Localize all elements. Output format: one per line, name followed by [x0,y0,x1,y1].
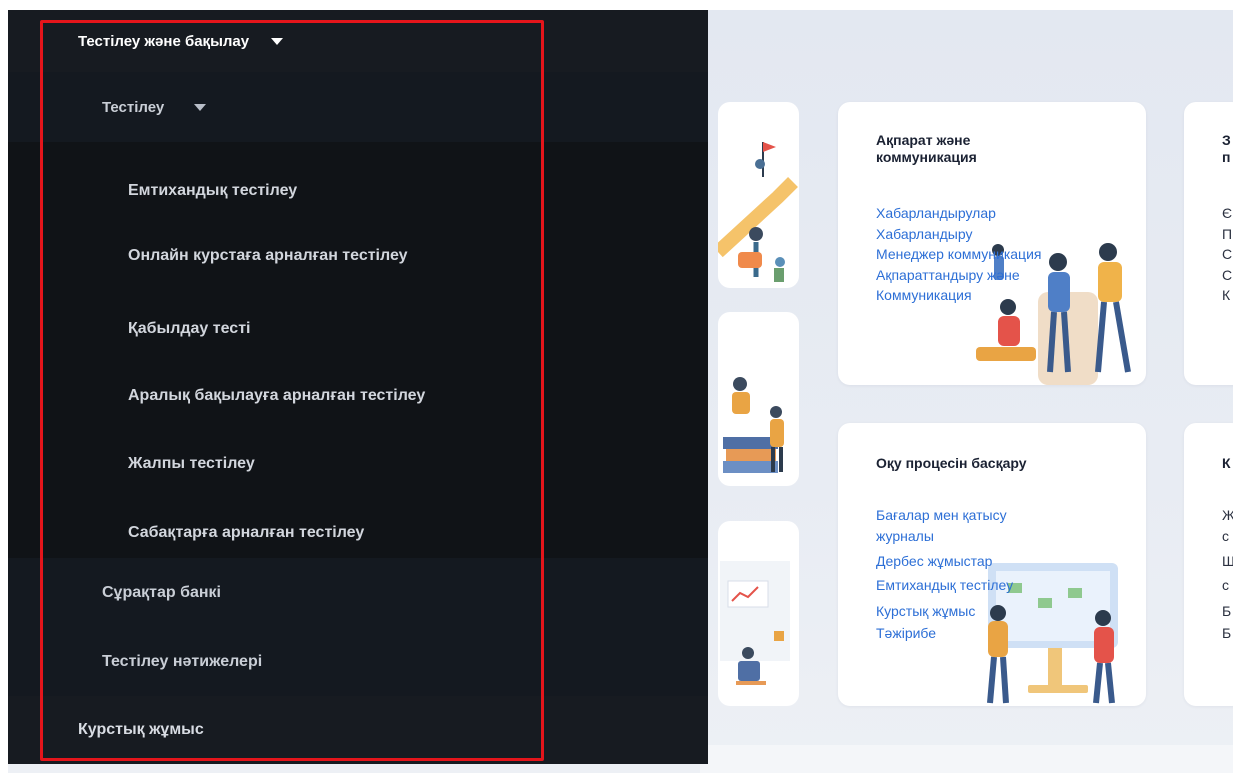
menu-item-label: Онлайн курстаға арналған тестілеу [128,246,408,264]
menu-item-test-results[interactable]: Тестілеу нәтижелері [8,627,708,696]
card-information-communication[interactable]: Ақпарат және коммуникация Хабарландырула… [838,102,1146,385]
link-fragment[interactable]: К [1222,285,1232,306]
link-fragment[interactable]: Б [1222,599,1233,623]
menu-item-label: Сабақтарға арналған тестілеу [128,523,365,541]
title-fragment: п [1222,149,1231,165]
link-informatization[interactable]: Ақпараттандыру және [876,265,1041,286]
menu-subsection-testing[interactable]: Тестілеу [8,72,708,142]
link-announcement[interactable]: Хабарландыру [876,224,1041,245]
link-grades-attendance[interactable]: Бағалар мен қатысу [876,501,1013,529]
menu-item-label: Тестілеу нәтижелері [102,652,263,670]
card-links-partial: Є П С С К [1222,203,1232,306]
menu-item-label: Жалпы тестілеу [128,454,255,472]
link-communication[interactable]: Коммуникация [876,285,1041,306]
card-title-partial: К [1222,455,1231,471]
card-partial-left-2[interactable] [718,312,799,486]
menu-section-testing-control[interactable]: Тестілеу және бақылау [8,10,708,72]
link-fragment[interactable]: Б [1222,623,1233,643]
link-coursework[interactable]: Курстық жұмыс [876,599,1013,623]
menu-item-general-testing[interactable]: Жалпы тестілеу [8,429,708,498]
card-partial-left-3[interactable] [718,521,799,706]
menu-item-label: Курстық жұмыс [78,721,204,738]
link-journal[interactable]: журналы [876,529,1013,543]
link-fragment[interactable]: Є [1222,203,1232,224]
card-title-partial: З п [1222,132,1231,166]
menu-item-lesson-testing[interactable]: Сабақтарға арналған тестілеу [8,498,708,567]
menu-item-label: Емтихандық тестілеу [128,181,298,199]
link-communication-manager[interactable]: Менеджер коммуникация [876,244,1041,265]
menu-item-label: Сұрақтар банкі [102,583,221,601]
menu-section-coursework[interactable]: Курстық жұмыс [8,696,708,764]
card-links-information: Хабарландырулар Хабарландыру Менеджер ко… [876,203,1041,306]
link-fragment[interactable]: с [1222,571,1233,599]
menu-item-entrance-test[interactable]: Қабылдау тесті [8,294,708,363]
menu-item-label: Қабылдау тесті [128,319,251,337]
link-fragment[interactable]: Ж [1222,501,1233,529]
card-links-learning: Бағалар мен қатысу журналы Дербес жұмыст… [876,501,1013,643]
title-fragment: З [1222,132,1231,148]
menu-section-label: Тестілеу және бақылау [78,32,250,50]
link-fragment[interactable]: Ш [1222,551,1233,571]
card-title-line-1: Ақпарат және [876,132,971,148]
link-practice[interactable]: Тәжірибе [876,623,1013,643]
link-announcements[interactable]: Хабарландырулар [876,203,1041,224]
menu-item-midterm-testing[interactable]: Аралық бақылауға арналған тестілеу [8,361,708,430]
card-title-information: Ақпарат және коммуникация [876,132,977,166]
sidebar-menu: Тестілеу және бақылау Тестілеу Емтиханды… [8,10,708,764]
testing-submenu: Емтихандық тестілеу Онлайн курстаға арна… [8,142,708,558]
link-fragment[interactable]: С [1222,244,1232,265]
analytics-illustration [720,561,790,685]
link-fragment[interactable]: с [1222,529,1233,543]
link-fragment[interactable]: П [1222,224,1232,245]
card-title-learning: Оқу процесін басқару [876,455,1027,471]
card-partial-left-1[interactable] [718,102,799,288]
menu-item-online-course-testing[interactable]: Онлайн курстаға арналған тестілеу [8,221,708,290]
library-illustration [723,377,784,473]
link-independent-work[interactable]: Дербес жұмыстар [876,551,1013,571]
caret-down-icon [271,37,284,45]
card-title-line-2: коммуникация [876,149,977,165]
menu-item-exam-testing[interactable]: Емтихандық тестілеу [8,156,708,225]
card-links-partial: Ж с Ш с Б Б [1222,501,1233,643]
card-partial-right-1[interactable]: З п Є П С С К [1184,102,1233,385]
link-exam-testing[interactable]: Емтихандық тестілеу [876,571,1013,599]
menu-subsection-label: Тестілеу [102,98,165,116]
menu-item-question-bank[interactable]: Сұрақтар банкі [8,558,708,627]
card-partial-right-2[interactable]: К Ж с Ш с Б Б [1184,423,1233,706]
card-learning-management[interactable]: Оқу процесін басқару Бағалар мен қатысу … [838,423,1146,706]
footer-strip [700,745,1233,773]
menu-item-label: Аралық бақылауға арналған тестілеу [128,386,426,404]
caret-down-icon [194,103,207,111]
link-fragment[interactable]: С [1222,265,1232,286]
career-illustration [718,142,798,282]
